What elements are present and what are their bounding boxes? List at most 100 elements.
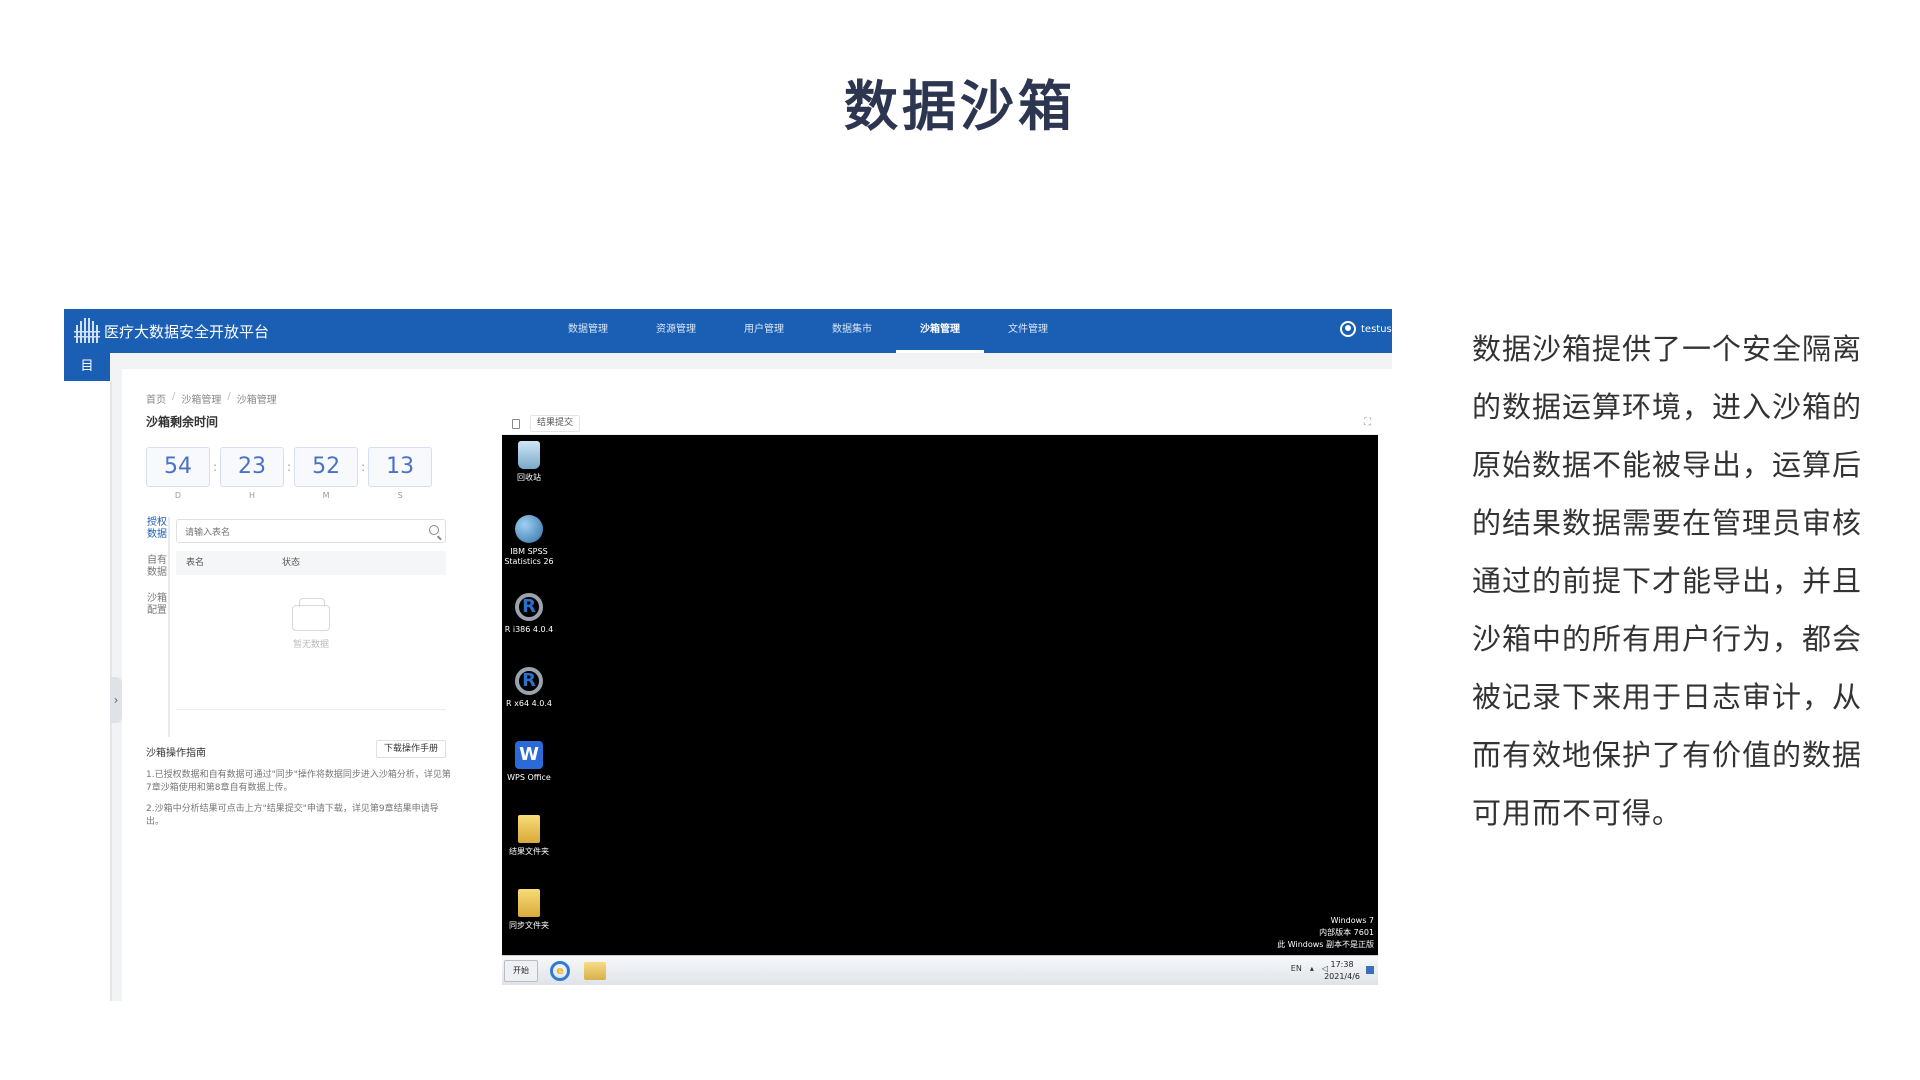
- r-icon: R: [515, 593, 543, 621]
- document-icon[interactable]: [512, 419, 520, 429]
- desktop-icon-spss[interactable]: IBM SPSS Statistics 26: [502, 515, 556, 567]
- wps-icon: W: [515, 741, 543, 769]
- user-avatar-icon: [1340, 321, 1356, 337]
- desktop-icon-results-folder[interactable]: 结果文件夹: [502, 815, 556, 857]
- desktop-icon-label: R x64 4.0.4: [506, 699, 552, 708]
- table-search-box: [176, 519, 446, 544]
- show-desktop-button[interactable]: [1366, 966, 1374, 974]
- platform-logo-icon: [74, 318, 100, 343]
- top-navbar: 医疗大数据安全开放平台 数据管理 资源管理 用户管理 数据集市 沙箱管理 文件管…: [64, 309, 1392, 353]
- guide-title: 沙箱操作指南: [146, 748, 206, 759]
- desktop-icon-label: 同步文件夹: [509, 921, 549, 930]
- windows-genuine-notice: 此 Windows 副本不是正版: [1277, 940, 1374, 949]
- empty-box-icon: [292, 598, 330, 631]
- recycle-bin-icon: [518, 441, 540, 469]
- taskbar-clock[interactable]: 17:38 2021/4/6: [1324, 959, 1360, 983]
- tab-sandbox-config[interactable]: 沙箱配置: [146, 593, 168, 617]
- search-icon[interactable]: [429, 525, 439, 535]
- left-sidebar: [64, 381, 110, 1001]
- data-tabs: 授权数据 自有数据 沙箱配置: [146, 517, 168, 631]
- remote-desktop-toolbar: 结果提交 ⛶: [502, 413, 1382, 435]
- tabs-divider: [168, 517, 170, 737]
- empty-state: 暂无数据: [176, 598, 446, 650]
- submit-results-button[interactable]: 结果提交: [530, 415, 581, 432]
- sidebar-collapse-chevron-icon[interactable]: ›: [110, 677, 122, 723]
- nav-resource-management[interactable]: 资源管理: [632, 309, 720, 353]
- search-input[interactable]: [177, 522, 417, 544]
- menu-toggle-button[interactable]: 目: [64, 353, 110, 381]
- desktop-icon-label: IBM SPSS Statistics 26: [504, 547, 554, 566]
- folder-icon: [518, 815, 540, 843]
- breadcrumb: 首页 / 沙箱管理 / 沙箱管理: [146, 391, 277, 406]
- app-window: 医疗大数据安全开放平台 数据管理 资源管理 用户管理 数据集市 沙箱管理 文件管…: [64, 309, 1392, 1001]
- empty-text: 暂无数据: [292, 640, 329, 650]
- desktop-icon-r-i386[interactable]: R R i386 4.0.4: [502, 593, 556, 635]
- column-header-table-name: 表名: [186, 558, 205, 568]
- windows-taskbar: 开始 e EN ▴ ◁ 17:38 2021/4/6: [502, 955, 1378, 985]
- nav-file-management[interactable]: 文件管理: [984, 309, 1072, 353]
- desktop-icon-r-x64[interactable]: R R x64 4.0.4: [502, 667, 556, 709]
- nav-sandbox-management[interactable]: 沙箱管理: [896, 309, 984, 353]
- main-nav: 数据管理 资源管理 用户管理 数据集市 沙箱管理 文件管理: [544, 309, 1072, 353]
- breadcrumb-separator: /: [227, 391, 231, 402]
- nav-user-management[interactable]: 用户管理: [720, 309, 808, 353]
- column-header-status: 状态: [282, 558, 301, 568]
- r-icon: R: [515, 667, 543, 695]
- breadcrumb-separator: /: [172, 391, 176, 402]
- username: testuse: [1361, 323, 1392, 335]
- remote-desktop[interactable]: 回收站 IBM SPSS Statistics 26 R R i386 4.0.…: [502, 435, 1378, 955]
- slide-description: 数据沙箱提供了一个安全隔离的数据运算环境，进入沙箱的原始数据不能被导出，运算后的…: [1472, 332, 1863, 830]
- table-bottom-border: [176, 709, 446, 710]
- breadcrumb-sandbox[interactable]: 沙箱管理: [181, 391, 221, 406]
- app-title: 医疗大数据安全开放平台: [104, 323, 270, 341]
- guide-item: 2.沙箱中分析结果可点击上方"结果提交"申请下载，详见第9章结果申请导出。: [146, 804, 439, 827]
- timer-days: 54: [146, 447, 210, 487]
- breadcrumb-current: 沙箱管理: [236, 395, 277, 406]
- breadcrumb-home[interactable]: 首页: [146, 391, 166, 406]
- slide-title: 数据沙箱: [844, 75, 1076, 138]
- guide-item: 1.已授权数据和自有数据可通过"同步"操作将数据同步进入沙箱分析，详见第7章沙箱…: [146, 770, 451, 793]
- desktop-icon-sync-folder[interactable]: 同步文件夹: [502, 889, 556, 931]
- windows-watermark: Windows 7 内部版本 7601 此 Windows 副本不是正版: [1277, 915, 1374, 951]
- timer-hours: 23: [220, 447, 285, 487]
- spss-icon: [515, 515, 543, 543]
- timer-unit: M: [322, 491, 330, 500]
- timer-unit: D: [174, 491, 182, 500]
- nav-data-market[interactable]: 数据集市: [808, 309, 896, 353]
- tray-arrow-icon[interactable]: ▴: [1310, 964, 1314, 973]
- windows-version: Windows 7: [1330, 916, 1374, 925]
- user-menu[interactable]: testuse: [1340, 321, 1392, 337]
- fullscreen-icon[interactable]: ⛶: [1364, 418, 1374, 428]
- folder-icon: [518, 889, 540, 917]
- timer-colon: :: [213, 460, 218, 474]
- timer-colon: :: [287, 460, 292, 474]
- start-button[interactable]: 开始: [504, 960, 538, 982]
- language-indicator[interactable]: EN: [1291, 964, 1302, 973]
- timer-colon: :: [361, 460, 366, 474]
- desktop-icon-label: 结果文件夹: [509, 847, 549, 856]
- windows-build: 内部版本 7601: [1319, 928, 1374, 937]
- system-tray: EN ▴ ◁: [1291, 964, 1328, 973]
- timer-minutes: 52: [294, 447, 359, 487]
- download-manual-button[interactable]: 下载操作手册: [376, 740, 446, 758]
- internet-explorer-icon[interactable]: e: [550, 961, 570, 981]
- desktop-icon-label: 回收站: [517, 473, 541, 482]
- tab-authorized-data[interactable]: 授权数据: [146, 517, 168, 541]
- sub-header: [64, 353, 1392, 369]
- guide-text: 1.已授权数据和自有数据可通过"同步"操作将数据同步进入沙箱分析，详见第7章沙箱…: [146, 769, 452, 837]
- sandbox-countdown: 54 D : 23 H : 52 M : 13 S: [146, 447, 433, 500]
- desktop-icon-recycle-bin[interactable]: 回收站: [502, 441, 556, 483]
- timer-seconds: 13: [368, 447, 433, 487]
- desktop-icon-label: WPS Office: [507, 773, 551, 782]
- nav-data-management[interactable]: 数据管理: [544, 309, 632, 353]
- table-header: 表名 状态: [176, 551, 446, 575]
- desktop-icon-wps[interactable]: W WPS Office: [502, 741, 556, 783]
- clock-date: 2021/4/6: [1324, 972, 1360, 981]
- file-explorer-icon[interactable]: [584, 962, 606, 980]
- tab-own-data[interactable]: 自有数据: [146, 555, 168, 579]
- timer-title: 沙箱剩余时间: [146, 415, 219, 429]
- desktop-icon-label: R i386 4.0.4: [504, 625, 554, 634]
- clock-time: 17:38: [1330, 960, 1354, 969]
- timer-unit: H: [249, 491, 256, 500]
- timer-unit: S: [397, 491, 403, 500]
